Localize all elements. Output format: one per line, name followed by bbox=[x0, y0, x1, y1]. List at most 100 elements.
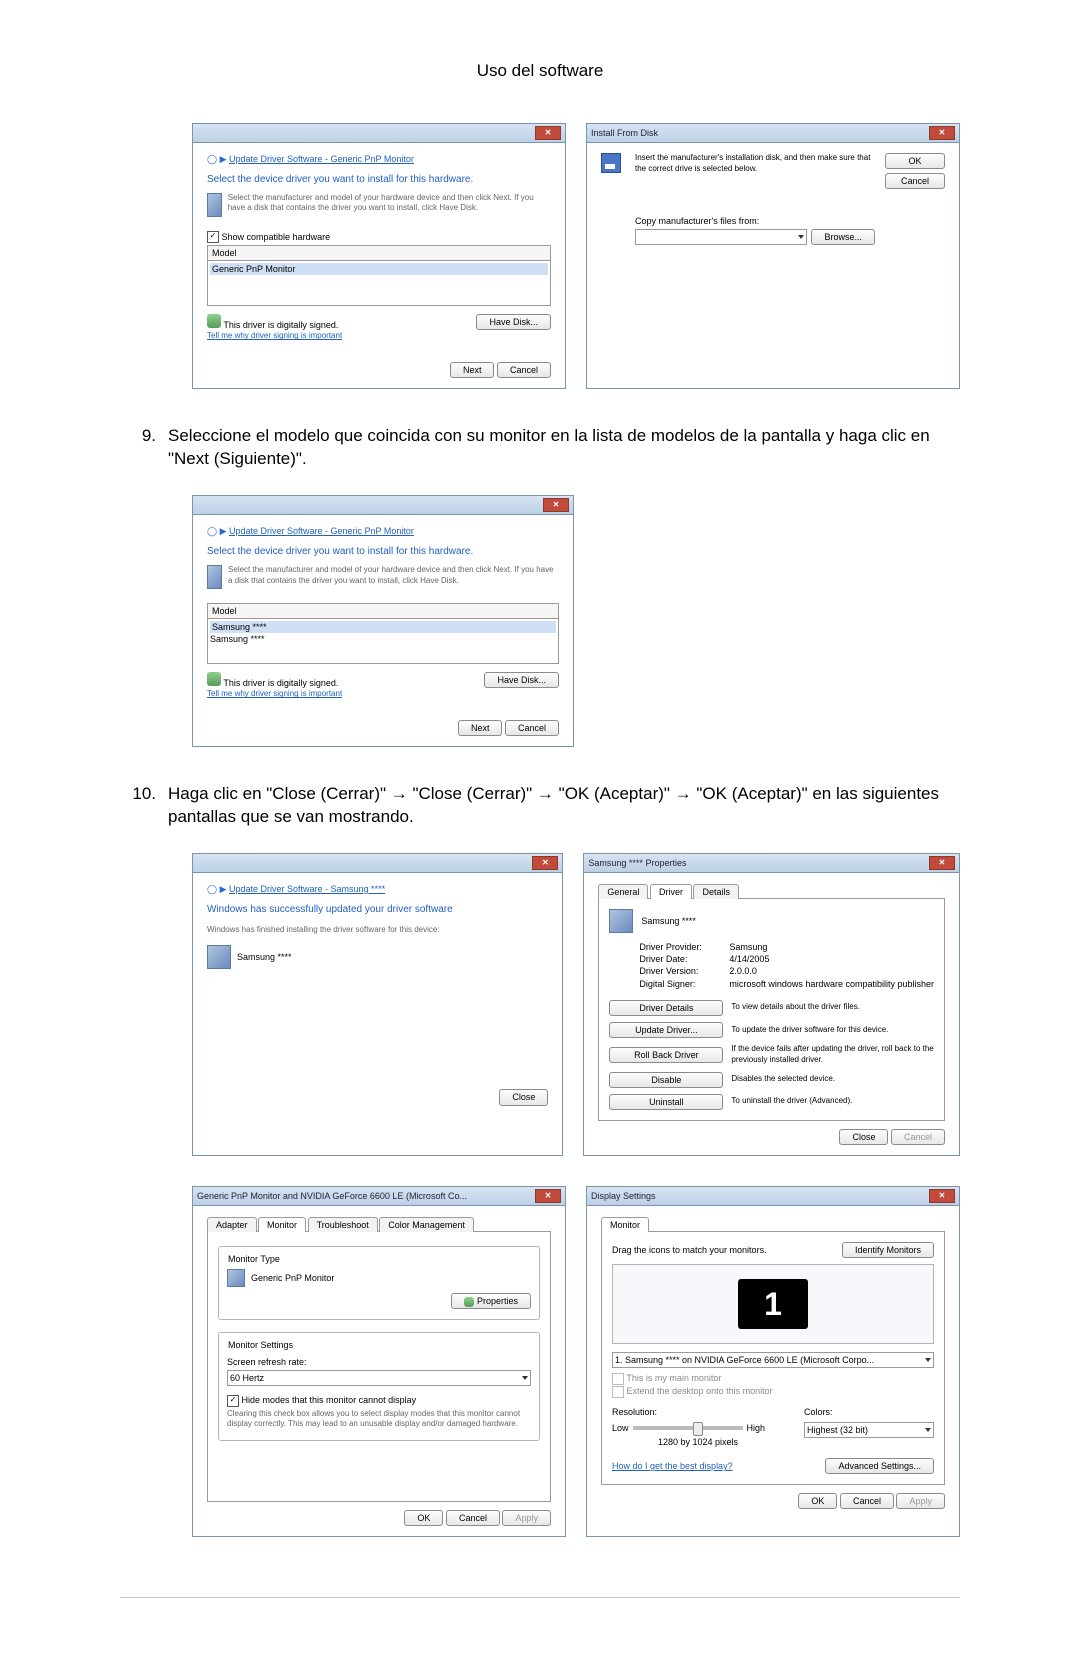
uninstall-button[interactable]: Uninstall bbox=[609, 1094, 723, 1110]
monitor-settings-legend: Monitor Settings bbox=[225, 1339, 296, 1351]
dialog-title: Generic PnP Monitor and NVIDIA GeForce 6… bbox=[197, 1190, 467, 1202]
cancel-button[interactable]: Cancel bbox=[446, 1510, 500, 1526]
disable-text: Disables the selected device. bbox=[731, 1074, 934, 1085]
step-9: 9. Seleccione el modelo que coincida con… bbox=[120, 425, 960, 471]
tab-driver[interactable]: Driver bbox=[650, 884, 692, 899]
page-separator bbox=[120, 1597, 960, 1598]
properties-button[interactable]: Properties bbox=[451, 1293, 531, 1309]
hide-modes-note: Clearing this check box allows you to se… bbox=[227, 1409, 531, 1431]
cancel-button[interactable]: Cancel bbox=[505, 720, 559, 736]
close-icon[interactable]: ✕ bbox=[535, 126, 561, 140]
tab-adapter[interactable]: Adapter bbox=[207, 1217, 257, 1232]
hide-modes-checkbox[interactable]: ✓ bbox=[227, 1395, 239, 1407]
disable-button[interactable]: Disable bbox=[609, 1072, 723, 1088]
step-text: Haga clic en "Close (Cerrar)" → "Close (… bbox=[168, 783, 960, 829]
dialog-title: Display Settings bbox=[591, 1190, 656, 1202]
dialog-title: Install From Disk bbox=[591, 127, 658, 139]
best-display-link[interactable]: How do I get the best display? bbox=[612, 1460, 733, 1472]
extend-desktop-label: Extend the desktop onto this monitor bbox=[627, 1386, 773, 1396]
tab-troubleshoot[interactable]: Troubleshoot bbox=[308, 1217, 378, 1232]
cancel-button[interactable]: Cancel bbox=[885, 173, 945, 189]
resolution-high: High bbox=[747, 1422, 766, 1434]
model-listbox[interactable]: Samsung **** Samsung **** bbox=[207, 618, 559, 664]
apply-button: Apply bbox=[502, 1510, 551, 1526]
dialog-instruction: Select the manufacturer and model of you… bbox=[228, 193, 551, 217]
model-row[interactable]: Samsung **** bbox=[210, 621, 556, 633]
advanced-settings-button[interactable]: Advanced Settings... bbox=[825, 1458, 934, 1474]
resolution-low: Low bbox=[612, 1422, 629, 1434]
driver-details-button[interactable]: Driver Details bbox=[609, 1000, 723, 1016]
shield-icon bbox=[464, 1297, 474, 1307]
next-button[interactable]: Next bbox=[450, 362, 495, 378]
close-icon[interactable]: ✕ bbox=[543, 498, 569, 512]
tab-monitor[interactable]: Monitor bbox=[601, 1217, 649, 1232]
update-driver-button[interactable]: Update Driver... bbox=[609, 1022, 723, 1038]
apply-button: Apply bbox=[896, 1493, 945, 1509]
show-compatible-label: Show compatible hardware bbox=[222, 232, 331, 242]
step-number: 10. bbox=[120, 783, 168, 829]
uninstall-text: To uninstall the driver (Advanced). bbox=[731, 1096, 934, 1107]
close-icon[interactable]: ✕ bbox=[535, 1189, 561, 1203]
dialog-instruction: Select the manufacturer and model of you… bbox=[228, 565, 559, 589]
driver-icon bbox=[207, 193, 222, 217]
source-path-input[interactable] bbox=[635, 229, 807, 245]
cancel-button[interactable]: Cancel bbox=[497, 362, 551, 378]
tab-monitor[interactable]: Monitor bbox=[258, 1217, 306, 1232]
drag-instruction: Drag the icons to match your monitors. bbox=[612, 1244, 767, 1256]
digital-signer-label: Digital Signer: bbox=[639, 978, 729, 990]
signing-link[interactable]: Tell me why driver signing is important bbox=[207, 689, 342, 700]
close-icon[interactable]: ✕ bbox=[929, 1189, 955, 1203]
breadcrumb: ◯ ▶ Update Driver Software - Generic PnP… bbox=[207, 153, 551, 165]
close-icon[interactable]: ✕ bbox=[929, 126, 955, 140]
dialog-instruction: Insert the manufacturer's installation d… bbox=[635, 153, 875, 175]
update-driver-text: To update the driver software for this d… bbox=[731, 1025, 934, 1036]
identify-monitors-button[interactable]: Identify Monitors bbox=[842, 1242, 934, 1258]
resolution-slider[interactable] bbox=[633, 1426, 743, 1430]
cancel-button[interactable]: Cancel bbox=[840, 1493, 894, 1509]
dialog-heading: Windows has successfully updated your dr… bbox=[207, 903, 548, 917]
chevron-down-icon bbox=[925, 1358, 931, 1362]
driver-provider-label: Driver Provider: bbox=[639, 941, 729, 953]
show-compatible-checkbox[interactable]: ✓ bbox=[207, 231, 219, 243]
update-driver-dialog: ✕ ◯ ▶ Update Driver Software - Generic P… bbox=[192, 123, 566, 389]
tab-details[interactable]: Details bbox=[693, 884, 739, 899]
model-column-header: Model bbox=[207, 245, 551, 260]
next-button[interactable]: Next bbox=[458, 720, 503, 736]
breadcrumb: ◯ ▶ Update Driver Software - Samsung ***… bbox=[207, 883, 548, 895]
monitor-select[interactable]: 1. Samsung **** on NVIDIA GeForce 6600 L… bbox=[612, 1352, 934, 1368]
tab-color-management[interactable]: Color Management bbox=[379, 1217, 474, 1232]
main-monitor-checkbox bbox=[612, 1373, 624, 1385]
rollback-driver-text: If the device fails after updating the d… bbox=[731, 1044, 934, 1066]
rollback-driver-button[interactable]: Roll Back Driver bbox=[609, 1047, 723, 1063]
driver-version-label: Driver Version: bbox=[639, 965, 729, 977]
driver-provider-value: Samsung bbox=[729, 941, 767, 953]
tab-general[interactable]: General bbox=[598, 884, 648, 899]
signing-link[interactable]: Tell me why driver signing is important bbox=[207, 331, 342, 342]
model-row[interactable]: Generic PnP Monitor bbox=[210, 263, 548, 275]
model-listbox[interactable]: Generic PnP Monitor bbox=[207, 260, 551, 306]
close-button[interactable]: Close bbox=[499, 1089, 548, 1105]
close-button[interactable]: Close bbox=[839, 1129, 888, 1145]
browse-button[interactable]: Browse... bbox=[811, 229, 875, 245]
close-icon[interactable]: ✕ bbox=[929, 856, 955, 870]
have-disk-button[interactable]: Have Disk... bbox=[484, 672, 559, 688]
chevron-down-icon bbox=[522, 1376, 528, 1380]
have-disk-button[interactable]: Have Disk... bbox=[476, 314, 551, 330]
ok-button[interactable]: OK bbox=[798, 1493, 837, 1509]
colors-select[interactable]: Highest (32 bit) bbox=[804, 1422, 934, 1438]
ok-button[interactable]: OK bbox=[404, 1510, 443, 1526]
shield-icon bbox=[207, 672, 221, 686]
chevron-down-icon bbox=[798, 235, 804, 239]
close-icon[interactable]: ✕ bbox=[532, 856, 558, 870]
signed-label: This driver is digitally signed. bbox=[223, 678, 338, 688]
adapter-monitor-dialog: Generic PnP Monitor and NVIDIA GeForce 6… bbox=[192, 1186, 566, 1537]
refresh-rate-select[interactable]: 60 Hertz bbox=[227, 1370, 531, 1386]
model-row[interactable]: Samsung **** bbox=[210, 633, 556, 645]
monitor-preview[interactable]: 1 bbox=[738, 1279, 808, 1329]
refresh-rate-label: Screen refresh rate: bbox=[227, 1356, 531, 1368]
step-10: 10. Haga clic en "Close (Cerrar)" → "Clo… bbox=[120, 783, 960, 829]
step-text: Seleccione el modelo que coincida con su… bbox=[168, 425, 960, 471]
device-name: Samsung **** bbox=[237, 951, 292, 963]
model-column-header: Model bbox=[207, 603, 559, 618]
ok-button[interactable]: OK bbox=[885, 153, 945, 169]
